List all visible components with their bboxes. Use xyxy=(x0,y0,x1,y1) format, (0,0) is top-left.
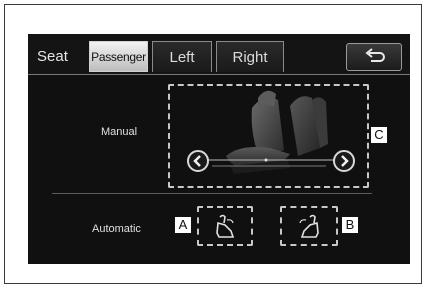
seat-memory-button-a[interactable] xyxy=(197,206,253,246)
seat-settings-screen: Seat Passenger Left Right Manual Automat… xyxy=(28,34,410,264)
back-arrow-icon xyxy=(365,48,385,62)
chevron-right-icon xyxy=(341,155,349,167)
chevron-left-icon xyxy=(193,155,201,167)
tab-right[interactable]: Right xyxy=(216,41,284,72)
callout-a: A xyxy=(174,216,192,234)
seat-memory-button-b[interactable] xyxy=(280,206,338,246)
seat-memory-icon xyxy=(299,214,319,238)
seat-memory-icon xyxy=(216,214,235,238)
tab-left[interactable]: Left xyxy=(152,41,212,72)
tab-divider xyxy=(28,74,410,75)
seat-label: Seat xyxy=(37,48,68,65)
next-button[interactable] xyxy=(333,150,355,172)
tab-bar: Seat Passenger Left Right xyxy=(28,34,410,74)
manual-label: Manual xyxy=(101,126,138,138)
row-divider xyxy=(52,193,372,194)
callout-b: B xyxy=(341,216,359,234)
prev-button[interactable] xyxy=(187,150,209,172)
seat-adjust-area[interactable] xyxy=(168,84,369,188)
back-button[interactable] xyxy=(346,43,402,71)
callout-c: C xyxy=(370,126,388,144)
tab-passenger[interactable]: Passenger xyxy=(89,41,148,72)
automatic-label: Automatic xyxy=(92,223,141,235)
